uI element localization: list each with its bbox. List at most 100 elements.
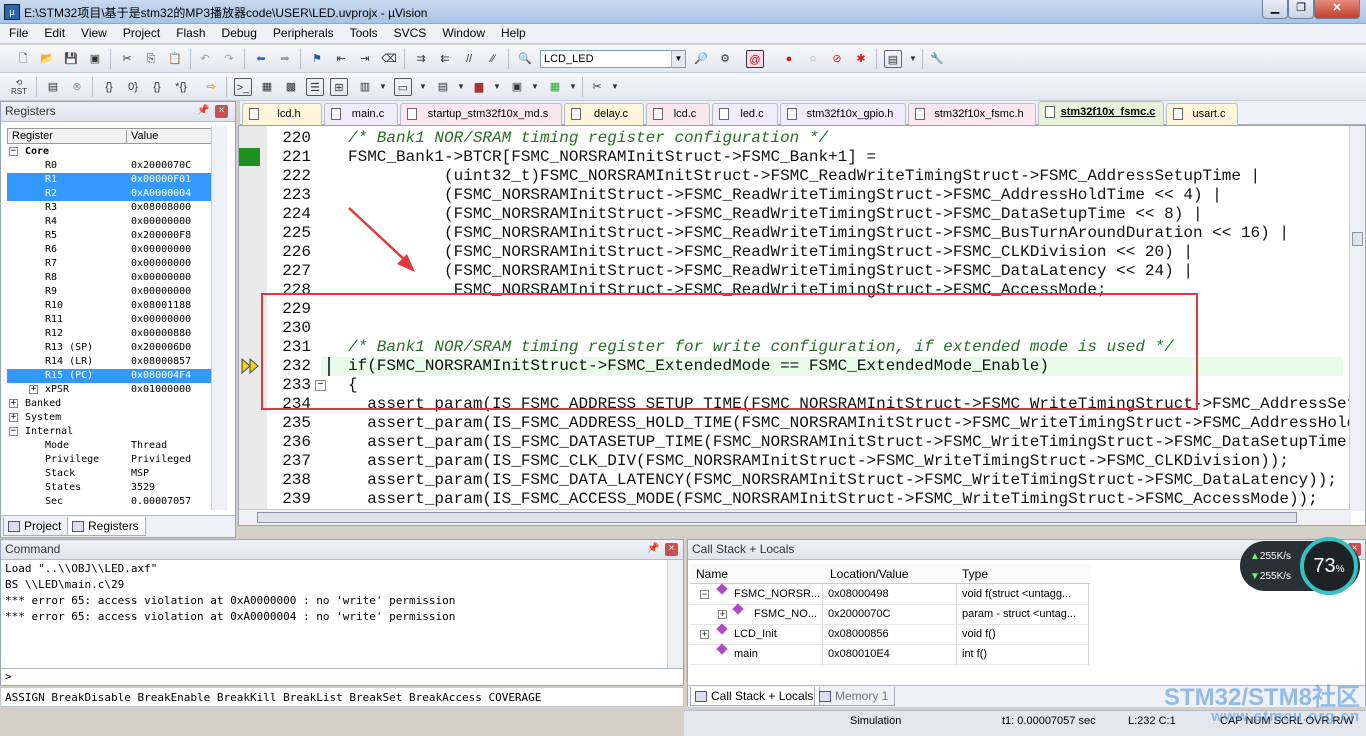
stop-icon[interactable]: ⊗ bbox=[68, 78, 86, 96]
call-stack-row[interactable]: + FSMC_NO... 0x2000070C param - struct <… bbox=[690, 603, 1090, 625]
register-value[interactable]: 0xA0000004 bbox=[131, 187, 191, 201]
register-row[interactable]: R6 0x00000000 bbox=[7, 243, 211, 257]
chevron-down-icon[interactable]: ▼ bbox=[488, 78, 506, 96]
pin-icon[interactable]: 📌 bbox=[197, 105, 210, 118]
close-icon[interactable]: × bbox=[215, 105, 228, 118]
command-scrollbar[interactable] bbox=[667, 560, 683, 668]
expand-toggle[interactable]: + bbox=[718, 610, 727, 619]
register-value[interactable]: 0x08001188 bbox=[131, 299, 191, 313]
tab-memory[interactable]: Memory 1 bbox=[814, 687, 896, 706]
col-type[interactable]: Type bbox=[962, 567, 988, 581]
code-line[interactable]: (FSMC_NORSRAMInitStruct->FSMC_ReadWriteT… bbox=[348, 224, 1289, 243]
kill-breakpoints-icon[interactable]: ✱ bbox=[852, 50, 870, 68]
close-icon[interactable]: × bbox=[665, 543, 678, 556]
register-value[interactable]: 0x00000F01 bbox=[131, 173, 191, 187]
command-window-icon[interactable]: >_ bbox=[234, 78, 252, 96]
save-icon[interactable]: 💾 bbox=[62, 50, 80, 68]
paste-icon[interactable]: 📋 bbox=[166, 50, 184, 68]
register-row[interactable]: + xPSR 0x01000000 bbox=[7, 383, 211, 397]
disassembly-window-icon[interactable]: ▦ bbox=[258, 78, 276, 96]
tab-lcd-h[interactable]: lcd.h bbox=[242, 103, 322, 125]
register-row[interactable]: R4 0x00000000 bbox=[7, 215, 211, 229]
menu-project[interactable]: Project bbox=[114, 24, 167, 40]
code-line[interactable]: assert_param(IS_FSMC_DATASETUP_TIME(FSMC… bbox=[348, 433, 1365, 452]
chevron-down-icon[interactable]: ▼ bbox=[374, 78, 392, 96]
register-value[interactable]: 0x00000880 bbox=[131, 327, 191, 341]
code-line[interactable]: assert_param(IS_FSMC_CLK_DIV(FSMC_NORSRA… bbox=[348, 452, 1289, 471]
register-value[interactable]: 0x2000070C bbox=[131, 159, 191, 173]
code-line[interactable]: (FSMC_NORSRAMInitStruct->FSMC_ReadWriteT… bbox=[348, 262, 1193, 281]
breakpoint-marker[interactable] bbox=[239, 148, 260, 166]
menu-edit[interactable]: Edit bbox=[35, 24, 72, 40]
menu-window[interactable]: Window bbox=[433, 24, 492, 40]
col-name[interactable]: Name bbox=[696, 567, 728, 581]
register-row[interactable]: R7 0x00000000 bbox=[7, 257, 211, 271]
expand-toggle[interactable]: + bbox=[700, 630, 709, 639]
register-value[interactable]: 0x00000000 bbox=[131, 313, 191, 327]
run-to-cursor-icon[interactable]: *{} bbox=[172, 78, 190, 96]
tab-delay-c[interactable]: delay.c bbox=[564, 103, 644, 125]
menu-peripherals[interactable]: Peripherals bbox=[264, 24, 341, 40]
run-icon[interactable]: ▤ bbox=[44, 78, 62, 96]
editor-vertical-scrollbar[interactable] bbox=[1349, 126, 1365, 511]
save-all-icon[interactable]: ▣ bbox=[86, 50, 104, 68]
register-value[interactable]: 0x01000000 bbox=[131, 383, 191, 397]
scroll-thumb[interactable] bbox=[1352, 232, 1363, 246]
command-input[interactable]: > bbox=[1, 668, 683, 685]
register-row[interactable]: R8 0x00000000 bbox=[7, 271, 211, 285]
chevron-down-icon[interactable]: ▼ bbox=[564, 78, 582, 96]
register-value[interactable]: 0x200000F8 bbox=[131, 229, 191, 243]
call-stack-row[interactable]: main 0x080010E4 int f() bbox=[690, 643, 1090, 665]
register-row[interactable]: R5 0x200000F8 bbox=[7, 229, 211, 243]
call-stack-row[interactable]: + LCD_Init 0x08000856 void f() bbox=[690, 623, 1090, 645]
undo-icon[interactable]: ↶ bbox=[196, 50, 214, 68]
code-editor[interactable]: 220 221 222 223 224 225 226 227 228 229 230 231 232 2… bbox=[238, 125, 1366, 526]
code-line[interactable]: (uint32_t)FSMC_NORSRAMInitStruct->FSMC_R… bbox=[348, 167, 1260, 186]
symbols-window-icon[interactable]: ▩ bbox=[282, 78, 300, 96]
menu-file[interactable]: File bbox=[0, 24, 35, 40]
col-location[interactable]: Location/Value bbox=[830, 567, 909, 581]
tab-project[interactable]: Project bbox=[3, 517, 69, 536]
register-row[interactable]: R11 0x00000000 bbox=[7, 313, 211, 327]
expand-toggle[interactable]: + bbox=[9, 413, 18, 422]
call-stack-row[interactable]: − FSMC_NORSR... 0x08000498 void f(struct… bbox=[690, 583, 1090, 605]
register-value[interactable]: 0x00000000 bbox=[131, 285, 191, 299]
watch-window-icon[interactable]: ▥ bbox=[356, 78, 374, 96]
show-next-statement-icon[interactable]: ⇨ bbox=[202, 78, 220, 96]
code-line[interactable]: /* Bank1 NOR/SRAM timing register config… bbox=[348, 129, 828, 148]
col-value[interactable]: Value bbox=[126, 130, 158, 144]
copy-icon[interactable]: ⎘ bbox=[142, 50, 160, 68]
collapse-toggle[interactable]: − bbox=[700, 590, 709, 599]
network-speed-widget[interactable]: ▲255K/s ▼255K/s 73% bbox=[1240, 537, 1360, 595]
register-value[interactable]: 0x08000857 bbox=[131, 355, 191, 369]
register-row[interactable]: R2 0xA0000004 bbox=[7, 187, 211, 201]
restore-button[interactable]: ❐ bbox=[1288, 0, 1314, 19]
editor-horizontal-scrollbar[interactable] bbox=[239, 509, 1351, 525]
menu-view[interactable]: View bbox=[72, 24, 114, 40]
register-row[interactable]: R10 0x08001188 bbox=[7, 299, 211, 313]
menu-help[interactable]: Help bbox=[492, 24, 533, 40]
menu-tools[interactable]: Tools bbox=[341, 24, 385, 40]
chevron-down-icon[interactable]: ▼ bbox=[452, 78, 470, 96]
next-bookmark-icon[interactable]: ⇥ bbox=[356, 50, 374, 68]
collapse-toggle[interactable]: − bbox=[9, 147, 18, 156]
memory-window-icon[interactable]: ▭ bbox=[394, 78, 412, 96]
tab-main-c[interactable]: main.c bbox=[324, 103, 398, 125]
tab-led-c[interactable]: led.c bbox=[712, 103, 778, 125]
analysis-window-icon[interactable]: ▆ bbox=[470, 78, 488, 96]
register-value[interactable]: 0x08008000 bbox=[131, 201, 191, 215]
register-value[interactable]: 0x00000000 bbox=[131, 243, 191, 257]
new-file-icon[interactable]: 🗋 bbox=[14, 50, 32, 68]
register-group-core[interactable]: − Core bbox=[7, 145, 211, 159]
system-viewer-icon[interactable]: ▦ bbox=[546, 78, 564, 96]
register-row[interactable]: R9 0x00000000 bbox=[7, 285, 211, 299]
register-row[interactable]: R13 (SP) 0x200006D0 bbox=[7, 341, 211, 355]
tab-call-stack[interactable]: Call Stack + Locals bbox=[690, 687, 821, 706]
uncomment-icon[interactable]: ∕∕ bbox=[484, 50, 502, 68]
incremental-find-icon[interactable]: ⚙ bbox=[716, 50, 734, 68]
bookmark-icon[interactable]: ⚑ bbox=[308, 50, 326, 68]
scroll-thumb[interactable] bbox=[257, 512, 1297, 523]
tab-stm32f10x-fsmc-h[interactable]: stm32f10x_fsmc.h bbox=[908, 103, 1036, 125]
nav-back-icon[interactable]: ⬅ bbox=[252, 50, 270, 68]
debug-session-icon[interactable]: @ bbox=[746, 50, 764, 68]
